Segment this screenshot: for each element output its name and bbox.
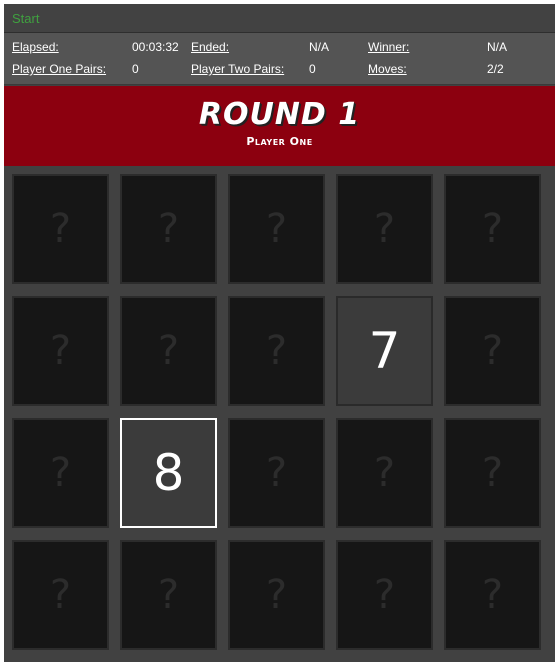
ended-label: Ended: bbox=[191, 40, 230, 54]
memory-card[interactable]: ? bbox=[336, 418, 433, 528]
memory-card[interactable]: ? bbox=[120, 296, 217, 406]
winner-label: Winner: bbox=[368, 40, 410, 54]
card-value: ? bbox=[265, 206, 288, 252]
card-value: 7 bbox=[368, 322, 401, 380]
current-player: Player One bbox=[246, 135, 313, 148]
player-two-pairs-label: Player Two Pairs: bbox=[191, 62, 285, 76]
round-banner: ROUND 1 Player One bbox=[4, 86, 555, 166]
memory-card[interactable]: ? bbox=[120, 540, 217, 650]
memory-card[interactable]: ? bbox=[228, 418, 325, 528]
memory-card[interactable]: ? bbox=[228, 540, 325, 650]
card-value: ? bbox=[157, 328, 180, 374]
memory-card[interactable]: ? bbox=[12, 296, 109, 406]
memory-card[interactable]: ? bbox=[120, 174, 217, 284]
card-value: ? bbox=[49, 206, 72, 252]
card-value: ? bbox=[49, 328, 72, 374]
memory-card[interactable]: ? bbox=[228, 296, 325, 406]
card-value: ? bbox=[157, 206, 180, 252]
memory-card[interactable]: ? bbox=[228, 174, 325, 284]
memory-card[interactable]: ? bbox=[444, 540, 541, 650]
stats-panel: Elapsed: 00:03:32 Ended: N/A Winner: N/A… bbox=[4, 33, 555, 85]
card-value: ? bbox=[373, 206, 396, 252]
winner-value: N/A bbox=[487, 40, 508, 54]
card-value: ? bbox=[49, 572, 72, 618]
moves-label: Moves: bbox=[368, 62, 407, 76]
memory-card[interactable]: ? bbox=[12, 418, 109, 528]
memory-card[interactable]: 7 bbox=[336, 296, 433, 406]
elapsed-label: Elapsed: bbox=[12, 40, 59, 54]
top-bar: Start bbox=[4, 4, 555, 33]
card-grid: ???????? 7?? 8???????? bbox=[4, 166, 555, 662]
card-value: ? bbox=[481, 450, 504, 496]
memory-card[interactable]: ? bbox=[12, 540, 109, 650]
card-value: ? bbox=[49, 450, 72, 496]
game-window: Start Elapsed: 00:03:32 Ended: N/A Winne… bbox=[4, 4, 555, 662]
card-value: ? bbox=[157, 572, 180, 618]
card-value: ? bbox=[265, 572, 288, 618]
card-value: ? bbox=[373, 450, 396, 496]
memory-card[interactable]: ? bbox=[336, 540, 433, 650]
card-value: ? bbox=[265, 450, 288, 496]
card-value: ? bbox=[481, 572, 504, 618]
memory-card[interactable]: ? bbox=[336, 174, 433, 284]
elapsed-value: 00:03:32 bbox=[132, 40, 179, 54]
card-value: ? bbox=[265, 328, 288, 374]
memory-card[interactable]: ? bbox=[12, 174, 109, 284]
card-value: 8 bbox=[152, 444, 185, 502]
ended-value: N/A bbox=[309, 40, 330, 54]
start-link[interactable]: Start bbox=[12, 11, 39, 26]
round-title: ROUND 1 bbox=[198, 97, 361, 132]
memory-card[interactable]: 8 bbox=[120, 418, 217, 528]
player-one-pairs-value: 0 bbox=[132, 62, 139, 76]
card-value: ? bbox=[481, 328, 504, 374]
player-one-pairs-label: Player One Pairs: bbox=[12, 62, 107, 76]
player-two-pairs-value: 0 bbox=[309, 62, 316, 76]
memory-card[interactable]: ? bbox=[444, 418, 541, 528]
moves-value: 2/2 bbox=[487, 62, 504, 76]
card-value: ? bbox=[373, 572, 396, 618]
card-value: ? bbox=[481, 206, 504, 252]
memory-card[interactable]: ? bbox=[444, 174, 541, 284]
memory-card[interactable]: ? bbox=[444, 296, 541, 406]
